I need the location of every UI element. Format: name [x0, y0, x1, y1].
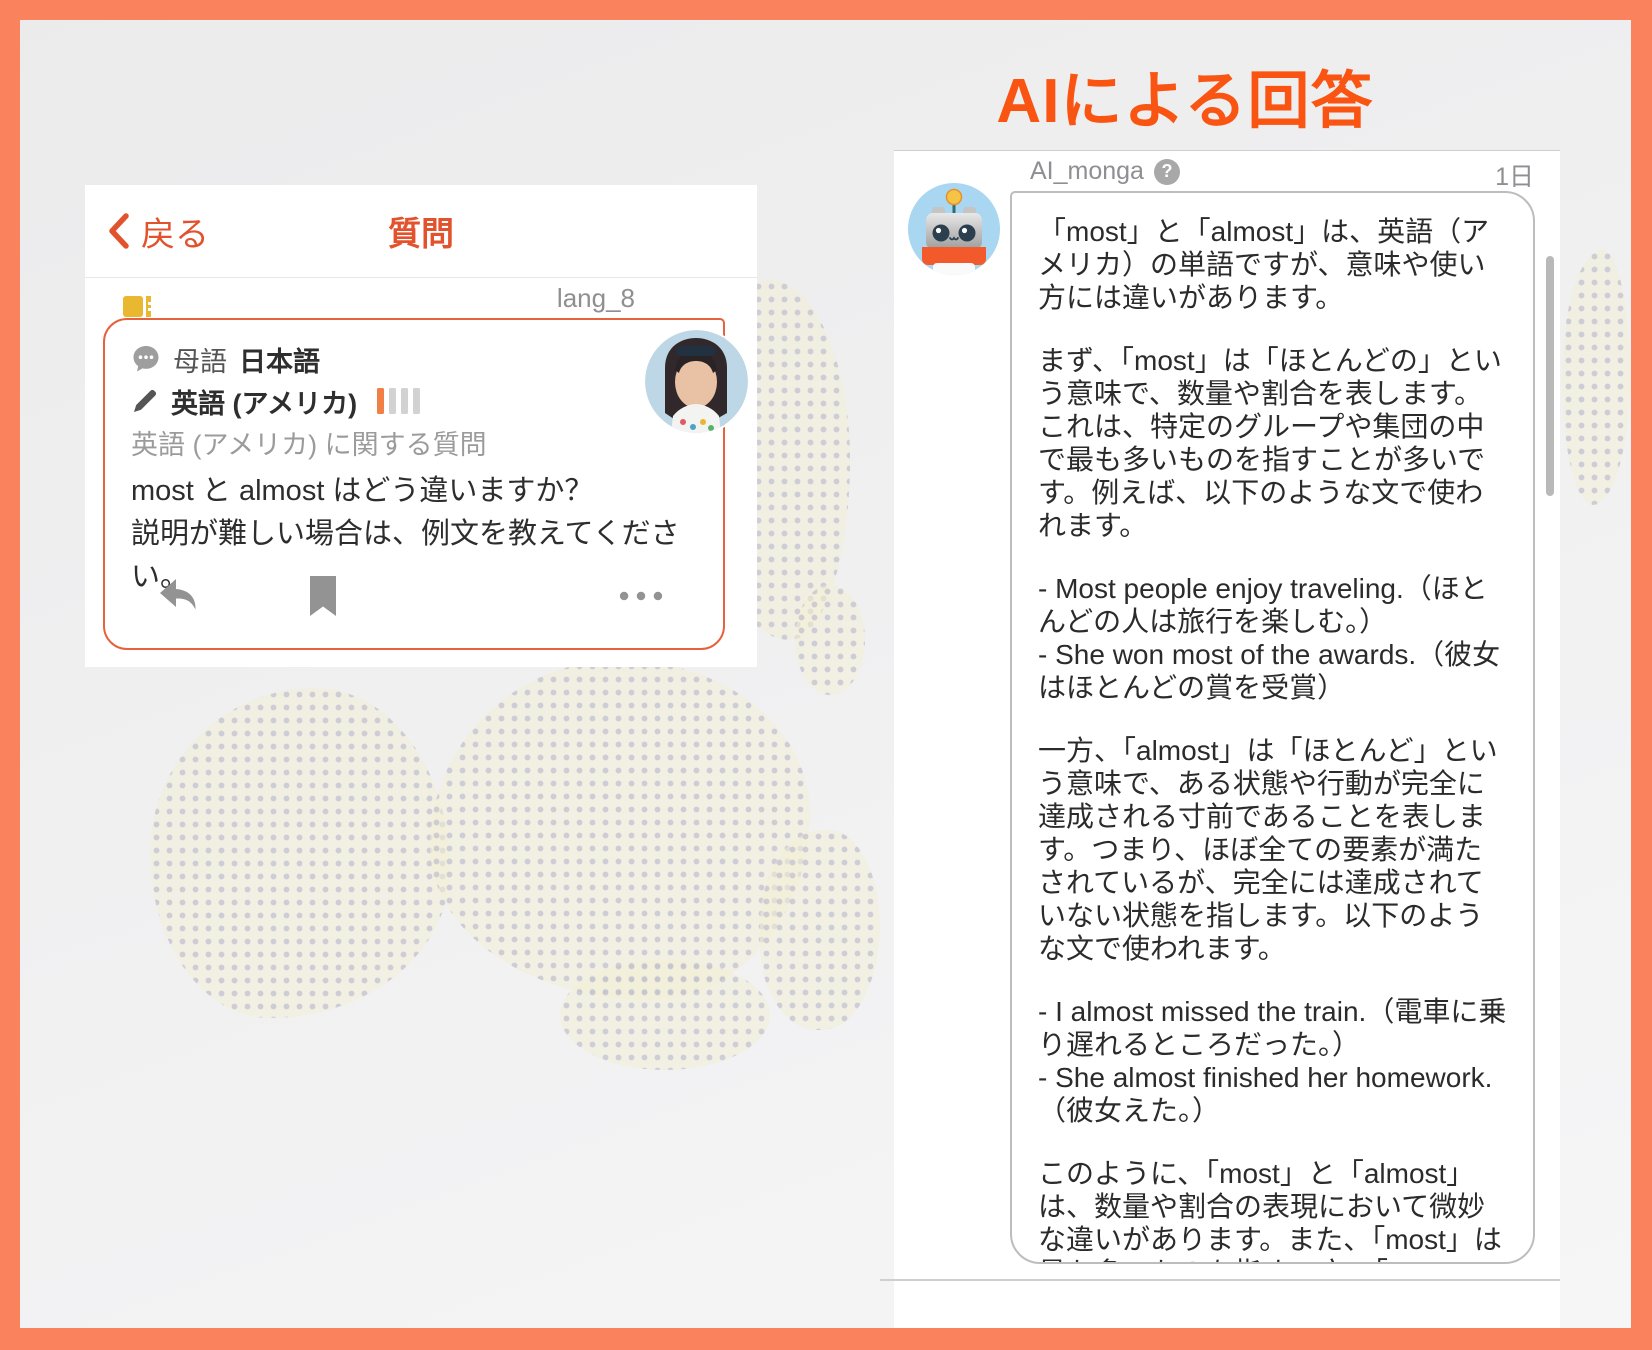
map-dots-cluster: [560, 960, 770, 1070]
ai-message-bubble: 「most」と「almost」は、英語（アメリカ）の単語ですが、意味や使い方には…: [1010, 191, 1535, 1264]
map-dots-cluster: [760, 830, 880, 1030]
ai-paragraph: まず、「most」は「ほとんどの」という意味で、数量や割合を表します。これは、特…: [1038, 345, 1502, 541]
frame-border-right: [1631, 0, 1652, 1350]
speech-bubble-icon: [133, 346, 159, 372]
help-badge-icon[interactable]: ?: [1153, 158, 1180, 185]
ai-paragraph: 一方、「almost」は「ほとんど」という意味で、ある状態や行動が完全に達成され…: [1038, 735, 1498, 964]
ai-user-row: AI_monga ?: [1030, 157, 1180, 186]
map-dots-cluster: [150, 688, 450, 1018]
map-dots-cluster: [1562, 250, 1630, 505]
ai-paragraph: - Most people enjoy traveling.（ほとんどの人は旅行…: [1038, 573, 1501, 703]
page-title: AIによる回答: [996, 67, 1374, 136]
question-bubble: 母語 日本語 英語 (アメリカ) 英語 (アメリカ) に関する質問 most と…: [103, 318, 725, 650]
question-context: 英語 (アメリカ) に関する質問: [131, 429, 487, 460]
question-actions: [157, 574, 663, 618]
ai-timestamp: 1日: [1495, 163, 1534, 191]
ai-paragraph: 「most」と「almost」は、英語（アメリカ）の単語ですが、意味や使い方には…: [1038, 216, 1490, 313]
question-username[interactable]: lang_8: [557, 283, 635, 314]
scrollbar-thumb[interactable]: [1546, 256, 1554, 496]
more-options-button[interactable]: [619, 574, 663, 618]
reply-button[interactable]: [157, 574, 201, 618]
bookmark-button[interactable]: [301, 574, 345, 618]
question-header: 戻る 質問: [85, 185, 757, 278]
native-label: 母語: [173, 346, 227, 377]
more-dots-icon: [619, 591, 663, 601]
sticker-icon: [123, 296, 151, 317]
user-avatar-image: [645, 330, 748, 433]
native-language: 日本語: [239, 346, 320, 377]
question-panel: 戻る 質問 lang_8 母語 日本語 英語 (アメリカ) 英語 (アメリカ) …: [85, 185, 757, 667]
frame-border-top: [0, 0, 1652, 20]
question-header-title: 質問: [388, 215, 454, 252]
map-dots-cluster: [430, 660, 810, 1000]
pencil-icon: [134, 389, 157, 412]
robot-icon: [908, 183, 1000, 275]
frame-border-left: [0, 0, 20, 1350]
ai-paragraph: このように、「most」と「almost」は、数量や割合の表現において微妙な違い…: [1038, 1158, 1502, 1262]
reply-icon: [160, 579, 196, 610]
map-dots-cluster: [795, 585, 865, 695]
learning-language: 英語 (アメリカ): [171, 388, 358, 419]
ai-answer-panel: AI_monga ? 1日 「most」と「almost」は、英語（アメリカ）の…: [880, 150, 1560, 1329]
native-language-row: 母語 日本語: [131, 338, 697, 380]
learning-language-row: 英語 (アメリカ): [131, 380, 697, 422]
language-level-bars: [377, 388, 421, 414]
frame-border-bottom: [0, 1328, 1652, 1350]
ai-robot-avatar[interactable]: [908, 183, 1000, 275]
ai-paragraph: - I almost missed the train.（電車に乗り遅れるところ…: [1038, 996, 1507, 1126]
question-bubble-content: 母語 日本語 英語 (アメリカ) 英語 (アメリカ) に関する質問 most と…: [131, 338, 697, 634]
ai-username[interactable]: AI_monga: [1030, 157, 1144, 186]
panel-divider: [880, 1279, 1560, 1281]
user-avatar[interactable]: [645, 330, 748, 433]
bookmark-icon: [310, 576, 336, 616]
